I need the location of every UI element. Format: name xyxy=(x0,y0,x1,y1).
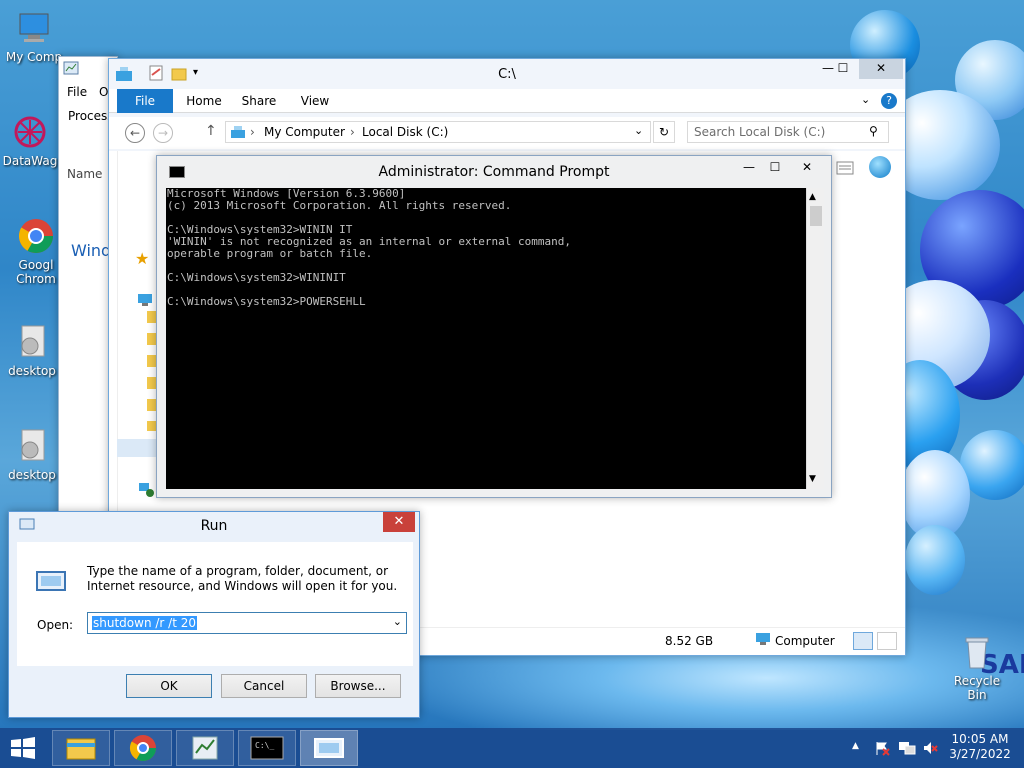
cmd-console-output[interactable]: Microsoft Windows [Version 6.3.9600] (c)… xyxy=(166,188,806,489)
run-dialog[interactable]: Run ✕ Type the name of a program, folder… xyxy=(8,511,420,718)
settings-file-icon xyxy=(12,322,52,362)
clock-date: 3/27/2022 xyxy=(949,747,1011,761)
tab-file[interactable]: File xyxy=(117,89,173,113)
tab-view[interactable]: View xyxy=(291,89,339,113)
wallpaper-balloon xyxy=(905,525,965,595)
up-icon[interactable]: ↑ xyxy=(205,123,217,139)
menu-file[interactable]: File xyxy=(67,85,87,99)
run-program-icon xyxy=(35,568,69,594)
taskbar-run[interactable] xyxy=(300,730,358,766)
open-label: Open: xyxy=(37,618,74,632)
ribbon-expand-icon[interactable]: ⌄ xyxy=(861,93,870,106)
favorites-star-icon[interactable]: ★ xyxy=(135,249,149,268)
desktop-icon-datawag[interactable]: DataWag xyxy=(0,112,60,168)
datawag-icon xyxy=(10,112,50,152)
column-name[interactable]: Name xyxy=(67,167,102,181)
cancel-button[interactable]: Cancel xyxy=(221,674,307,698)
network-nav-icon[interactable] xyxy=(137,481,155,497)
maximize-button[interactable]: ☐ xyxy=(829,59,857,79)
svg-text:C:\_: C:\_ xyxy=(255,741,274,750)
ok-button[interactable]: OK xyxy=(126,674,212,698)
run-body: Type the name of a program, folder, docu… xyxy=(17,542,413,666)
cmd-maximize-button[interactable]: ☐ xyxy=(761,158,789,178)
browse-button[interactable]: Browse... xyxy=(315,674,401,698)
desktop-icon-recycle-bin[interactable]: Recycle Bin xyxy=(944,632,1010,702)
show-hidden-icons[interactable]: ▲ xyxy=(852,741,859,751)
scroll-thumb[interactable] xyxy=(810,206,822,226)
desktop-icon-my-computer[interactable]: My Comp xyxy=(4,8,64,64)
scroll-down-icon[interactable]: ▼ xyxy=(809,474,816,484)
computer-nav-icon[interactable] xyxy=(137,293,153,307)
help-icon[interactable]: ? xyxy=(881,93,897,109)
breadcrumb-my-computer[interactable]: My Computer xyxy=(264,125,345,139)
refresh-icon[interactable]: ↻ xyxy=(653,121,675,143)
view-toggle-icon[interactable] xyxy=(835,159,855,177)
start-windows-icon[interactable] xyxy=(10,736,36,760)
explorer-title: C:\ xyxy=(498,67,516,82)
user-badge-icon[interactable] xyxy=(869,156,891,178)
address-dropdown-icon[interactable]: ⌄ xyxy=(634,124,643,137)
forward-icon[interactable]: → xyxy=(153,123,173,143)
search-input[interactable]: Search Local Disk (C:) xyxy=(687,121,889,143)
status-size: 8.52 GB xyxy=(665,634,714,648)
clock-time: 10:05 AM xyxy=(951,732,1009,746)
search-icon[interactable]: ⚲ xyxy=(869,124,878,138)
computer-icon xyxy=(230,125,246,139)
tab-share[interactable]: Share xyxy=(235,89,283,113)
address-bar[interactable]: › My Computer › Local Disk (C:) ⌄ xyxy=(225,121,651,143)
volume-muted-icon[interactable] xyxy=(922,740,938,756)
system-clock[interactable]: 10:05 AM 3/27/2022 xyxy=(940,732,1020,762)
taskbar-command-prompt[interactable]: C:\_ xyxy=(238,730,296,766)
task-manager-icon xyxy=(63,61,79,75)
taskbar-chrome[interactable] xyxy=(114,730,172,766)
recycle-bin-icon xyxy=(957,632,997,672)
action-center-flag-icon[interactable] xyxy=(874,740,890,756)
breadcrumb-local-disk[interactable]: Local Disk (C:) xyxy=(362,125,448,139)
scroll-up-icon[interactable]: ▲ xyxy=(809,192,816,202)
tab-home[interactable]: Home xyxy=(179,89,229,113)
command-prompt-window[interactable]: Administrator: Command Prompt — ☐ ✕ Micr… xyxy=(156,155,832,498)
desktop-icon-desktop-1[interactable]: desktop xyxy=(2,322,62,378)
taskbar-task-manager[interactable] xyxy=(176,730,234,766)
back-icon[interactable]: ← xyxy=(125,123,145,143)
desktop-icon-desktop-2[interactable]: desktop xyxy=(2,426,62,482)
cmd-title: Administrator: Command Prompt xyxy=(378,164,610,180)
cmd-close-button[interactable]: ✕ xyxy=(789,158,825,178)
status-computer-icon xyxy=(755,632,771,646)
navigation-bar: ← → ↑ › My Computer › Local Disk (C:) ⌄ … xyxy=(109,117,905,149)
group-windows: Wind xyxy=(71,241,112,260)
open-combobox[interactable]: shutdown /r /t 20 ⌄ xyxy=(87,612,407,634)
details-view-icon[interactable] xyxy=(853,632,873,650)
desktop-icon-google-chrome[interactable]: Googl Chrom xyxy=(6,216,66,286)
cmd-minimize-button[interactable]: — xyxy=(735,158,763,178)
selected-nav-item[interactable] xyxy=(117,439,159,457)
taskbar-file-explorer[interactable] xyxy=(52,730,110,766)
open-input[interactable]: shutdown /r /t 20 xyxy=(92,616,197,630)
settings-file-icon xyxy=(12,426,52,466)
network-icon[interactable] xyxy=(898,740,916,756)
chrome-icon xyxy=(16,216,56,256)
cmd-titlebar[interactable]: Administrator: Command Prompt — ☐ ✕ xyxy=(157,156,831,188)
run-description: Type the name of a program, folder, docu… xyxy=(87,564,398,593)
explorer-titlebar[interactable]: ▾ C:\ — ☐ ✕ xyxy=(109,59,905,89)
tab-processes[interactable]: Process xyxy=(68,109,114,123)
taskbar: C:\_ ▲ 10:05 AM 3/27/2022 xyxy=(0,728,1024,768)
large-icons-view-icon[interactable] xyxy=(877,632,897,650)
open-dropdown-icon[interactable]: ⌄ xyxy=(393,615,402,628)
monitor-icon xyxy=(14,8,54,48)
run-close-button[interactable]: ✕ xyxy=(383,512,415,532)
cmd-scrollbar[interactable]: ▲ ▼ xyxy=(806,188,824,489)
run-title: Run xyxy=(200,518,228,534)
ribbon-tabs: File Home Share View ⌄ ? xyxy=(109,89,905,113)
close-button[interactable]: ✕ xyxy=(859,59,903,79)
status-location: Computer xyxy=(775,634,835,648)
